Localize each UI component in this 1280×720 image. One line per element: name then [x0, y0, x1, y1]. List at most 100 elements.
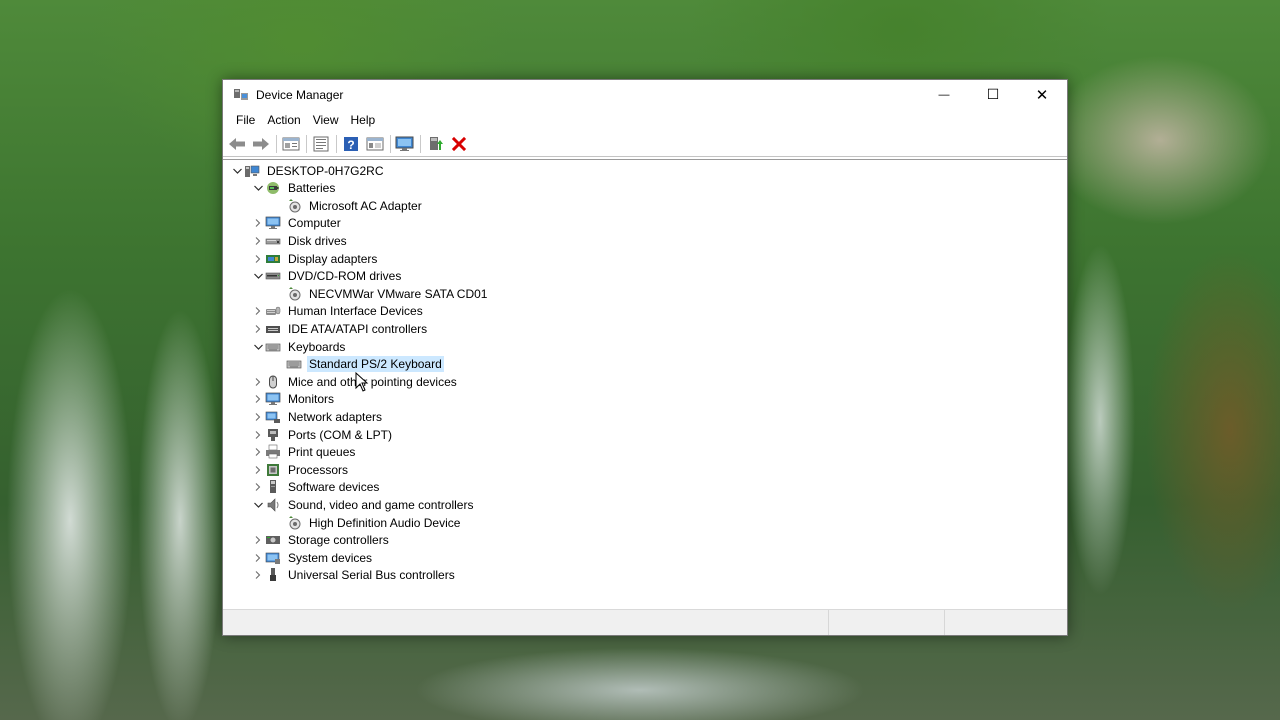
- tree-item-label: Storage controllers: [288, 533, 389, 548]
- tree-category-software-devices[interactable]: Software devices: [251, 479, 381, 496]
- tree-category-ports-com-lpt[interactable]: Ports (COM & LPT): [251, 426, 394, 443]
- maximize-button[interactable]: ☐: [969, 80, 1017, 109]
- chevron-right-icon[interactable]: [251, 549, 265, 566]
- device-driver-icon: [286, 286, 302, 302]
- device-tree[interactable]: DESKTOP-0H7G2RC Batteries Microsoft AC Ada…: [223, 159, 1067, 609]
- minimize-icon: —: [938, 88, 950, 101]
- tree-item-label: Ports (COM & LPT): [288, 427, 393, 442]
- chevron-right-icon[interactable]: [251, 232, 265, 249]
- tree-category-print-queues[interactable]: Print queues: [251, 444, 357, 461]
- monitor-icon: [265, 391, 281, 407]
- chevron-down-icon[interactable]: [251, 180, 265, 197]
- chevron-right-icon[interactable]: [251, 303, 265, 320]
- tree-item-label: Display adapters: [288, 251, 378, 266]
- scan-hardware-button[interactable]: [395, 134, 415, 154]
- chevron-right-icon[interactable]: [251, 461, 265, 478]
- tree-category-batteries[interactable]: Batteries: [251, 180, 337, 197]
- update-driver-button[interactable]: [425, 134, 445, 154]
- chevron-down-icon[interactable]: [230, 162, 244, 179]
- chevron-right-icon[interactable]: [251, 391, 265, 408]
- tree-device-standard-ps-2-keyboard[interactable]: Standard PS/2 Keyboard: [272, 356, 444, 373]
- tree-item-label: Print queues: [288, 445, 356, 460]
- chevron-right-icon[interactable]: [251, 373, 265, 390]
- tree-item-label: DESKTOP-0H7G2RC: [267, 163, 384, 178]
- help-button[interactable]: ?: [341, 134, 361, 154]
- display-adapter-icon: [265, 251, 281, 267]
- tree-item-label: High Definition Audio Device: [309, 515, 461, 530]
- tree-category-processors[interactable]: Processors: [251, 461, 350, 478]
- chevron-right-icon[interactable]: [251, 532, 265, 549]
- show-hide-tree-icon: [313, 136, 329, 151]
- chevron-down-icon[interactable]: [251, 268, 265, 285]
- tree-item-label: Software devices: [288, 480, 380, 495]
- device-manager-window: Device Manager — ☐ ✕ File Action View He…: [222, 79, 1068, 636]
- menu-help[interactable]: Help: [345, 113, 382, 127]
- usb-icon: [265, 567, 281, 583]
- monitor-scan-icon: [395, 136, 414, 151]
- tree-device-microsoft-ac-adapter[interactable]: Microsoft AC Adapter: [272, 197, 424, 214]
- tree-category-system-devices[interactable]: System devices: [251, 549, 374, 566]
- chevron-down-icon[interactable]: [251, 496, 265, 513]
- chevron-right-icon[interactable]: [251, 215, 265, 232]
- status-pane-2: [829, 610, 945, 635]
- svg-text:?: ?: [347, 138, 354, 152]
- monitor-icon: [265, 215, 281, 231]
- tree-item-label: DVD/CD-ROM drives: [288, 269, 402, 284]
- tree-category-universal-serial-bus-controllers[interactable]: Universal Serial Bus controllers: [251, 567, 457, 584]
- toolbar: ?: [223, 131, 1067, 157]
- printer-icon: [265, 444, 281, 460]
- tree-item-label: Sound, video and game controllers: [288, 497, 474, 512]
- tree-category-sound-video-and-game-controllers[interactable]: Sound, video and game controllers: [251, 496, 475, 513]
- properties-button[interactable]: [281, 134, 301, 154]
- processor-icon: [265, 462, 281, 478]
- tree-category-computer[interactable]: Computer: [251, 215, 343, 232]
- speaker-icon: [265, 497, 281, 513]
- tree-category-human-interface-devices[interactable]: Human Interface Devices: [251, 303, 425, 320]
- tree-category-dvd-cd-rom-drives[interactable]: DVD/CD-ROM drives: [251, 268, 403, 285]
- tree-item-label: Human Interface Devices: [288, 304, 423, 319]
- tree-item-label: Network adapters: [288, 409, 383, 424]
- chevron-right-icon[interactable]: [251, 320, 265, 337]
- tree-device-necvmwar-vmware-sata-cd01[interactable]: NECVMWar VMware SATA CD01: [272, 285, 489, 302]
- status-pane-3: [945, 610, 1065, 635]
- action-view-button[interactable]: [365, 134, 385, 154]
- chevron-right-icon[interactable]: [251, 408, 265, 425]
- tree-category-network-adapters[interactable]: Network adapters: [251, 408, 384, 425]
- chevron-right-icon[interactable]: [251, 426, 265, 443]
- tree-item-label: Keyboards: [288, 339, 346, 354]
- show-hide-console-tree-button[interactable]: [311, 134, 331, 154]
- menu-view[interactable]: View: [307, 113, 345, 127]
- chevron-down-icon[interactable]: [251, 338, 265, 355]
- hid-icon: [265, 303, 281, 319]
- tree-category-monitors[interactable]: Monitors: [251, 391, 336, 408]
- menu-file[interactable]: File: [230, 113, 261, 127]
- menu-action[interactable]: Action: [261, 113, 306, 127]
- forward-button[interactable]: [251, 134, 271, 154]
- back-arrow-icon: [229, 137, 245, 150]
- title-bar[interactable]: Device Manager — ☐ ✕: [223, 80, 1067, 109]
- minimize-button[interactable]: —: [920, 80, 968, 109]
- tree-category-storage-controllers[interactable]: Storage controllers: [251, 532, 391, 549]
- tree-item-label: NECVMWar VMware SATA CD01: [309, 286, 488, 301]
- uninstall-device-button[interactable]: [449, 134, 469, 154]
- chevron-right-icon[interactable]: [251, 567, 265, 584]
- chevron-right-icon[interactable]: [251, 444, 265, 461]
- back-button[interactable]: [227, 134, 247, 154]
- battery-icon: [265, 180, 281, 196]
- tree-category-display-adapters[interactable]: Display adapters: [251, 250, 379, 267]
- tree-category-ide-ata-atapi-controllers[interactable]: IDE ATA/ATAPI controllers: [251, 320, 429, 337]
- mouse-cursor-icon: [355, 372, 369, 392]
- tree-device-high-definition-audio-device[interactable]: High Definition Audio Device: [272, 514, 462, 531]
- toolbar-separator: [276, 134, 277, 153]
- tree-root-desktop-0h7g2rc[interactable]: DESKTOP-0H7G2RC: [230, 162, 385, 179]
- close-button[interactable]: ✕: [1018, 80, 1066, 109]
- tree-category-disk-drives[interactable]: Disk drives: [251, 232, 349, 249]
- tree-category-keyboards[interactable]: Keyboards: [251, 338, 347, 355]
- chevron-right-icon[interactable]: [251, 250, 265, 267]
- chevron-right-icon[interactable]: [251, 479, 265, 496]
- device-manager-app-icon: [233, 88, 249, 102]
- tree-item-label: Monitors: [288, 392, 335, 407]
